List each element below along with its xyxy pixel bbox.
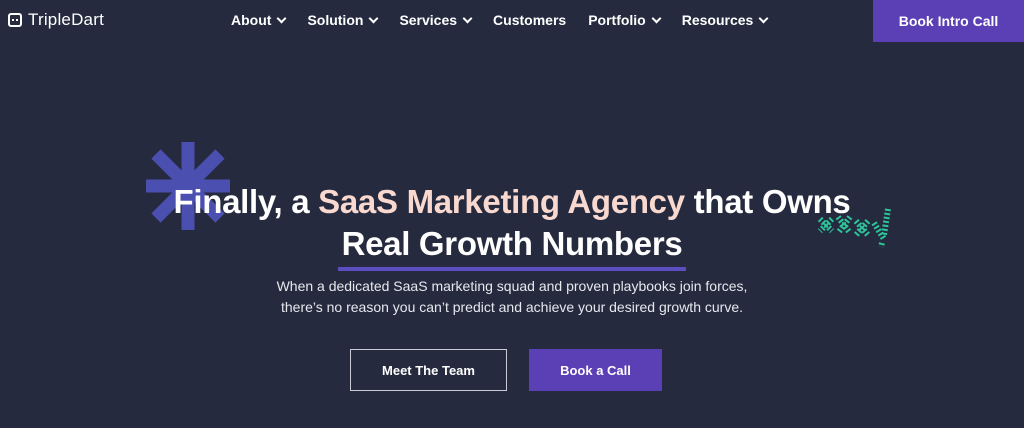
chevron-down-icon — [368, 13, 379, 23]
hero-headline-line2: Real Growth Numbers — [0, 223, 1024, 271]
nav-item-portfolio[interactable]: Portfolio — [588, 12, 662, 28]
nav-item-label: Resources — [681, 12, 754, 28]
nav-item-label: Portfolio — [588, 12, 646, 28]
chevron-down-icon — [651, 13, 662, 23]
brand-logo[interactable]: TripleDart — [8, 10, 104, 30]
headline-prefix: Finally, a — [173, 183, 310, 220]
chevron-down-icon — [462, 13, 473, 23]
nav-item-resources[interactable]: Resources — [681, 12, 769, 28]
subtitle-line: there’s no reason you can’t predict and … — [280, 299, 743, 315]
book-a-call-button[interactable]: Book a Call — [529, 349, 662, 391]
nav-item-label: Customers — [493, 12, 567, 28]
top-navbar: TripleDart About Solution Services Custo… — [0, 0, 1024, 42]
hero-subtitle: When a dedicated SaaS marketing squad an… — [0, 276, 1024, 318]
chevron-down-icon — [276, 13, 287, 23]
meet-the-team-button[interactable]: Meet The Team — [350, 349, 507, 391]
nav-item-about[interactable]: About — [231, 12, 287, 28]
headline-line2-text: Real Growth Numbers — [341, 225, 683, 262]
hero-headline: Finally, a SaaS Marketing Agency that Ow… — [0, 181, 1024, 223]
brand-name: TripleDart — [28, 10, 104, 29]
nav-item-label: Services — [399, 12, 458, 28]
headline-accent: SaaS Marketing Agency — [318, 183, 685, 220]
headline-suffix: that Owns — [693, 183, 851, 220]
nav-item-solution[interactable]: Solution — [307, 12, 379, 28]
subtitle-line: When a dedicated SaaS marketing squad an… — [276, 278, 748, 294]
chevron-down-icon — [758, 13, 769, 23]
main-menu: About Solution Services Customers Portfo… — [231, 12, 789, 28]
terminal-dots-icon — [8, 13, 22, 27]
nav-item-customers[interactable]: Customers — [493, 12, 566, 28]
nav-item-label: Solution — [307, 12, 364, 28]
nav-item-label: About — [231, 12, 272, 28]
underlined-highlight: Real Growth Numbers — [337, 223, 687, 271]
nav-item-services[interactable]: Services — [399, 12, 473, 28]
highlight-underline — [337, 267, 687, 271]
book-intro-call-button[interactable]: Book Intro Call — [873, 0, 1024, 42]
